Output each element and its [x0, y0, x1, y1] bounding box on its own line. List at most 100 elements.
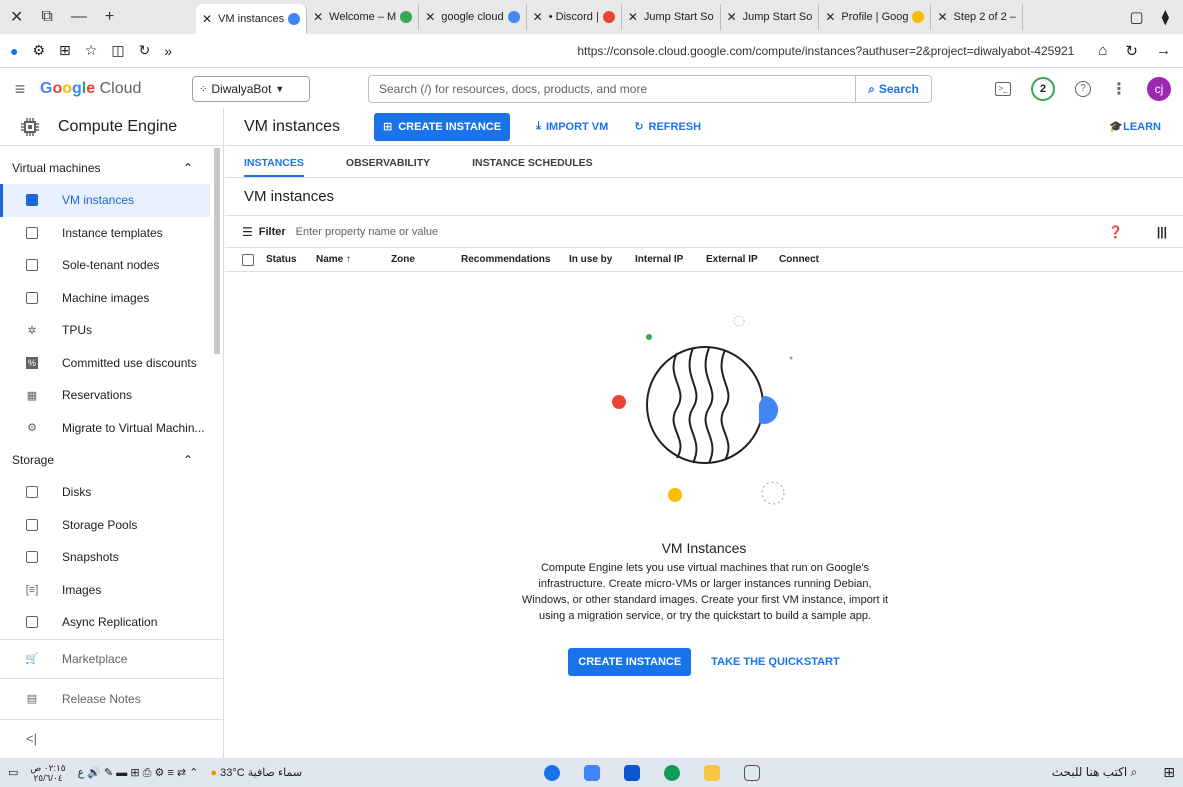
- take-quickstart-button[interactable]: TAKE THE QUICKSTART: [711, 648, 840, 676]
- extension-icon[interactable]: ●: [10, 43, 18, 59]
- create-instance-button[interactable]: ⊞ CREATE INSTANCE: [374, 112, 511, 141]
- collapse-sidebar-icon[interactable]: <|: [26, 731, 37, 746]
- tab-instances[interactable]: INSTANCES: [244, 157, 304, 177]
- workspaces-icon[interactable]: ⧉: [41, 8, 52, 26]
- search-icon: ⌕: [868, 81, 875, 96]
- close-window-icon[interactable]: ✕: [10, 7, 23, 27]
- tab-instance-schedules[interactable]: INSTANCE SCHEDULES: [472, 157, 593, 177]
- sidebar-item-marketplace[interactable]: 🛒 Marketplace: [0, 640, 223, 678]
- cloud-shell-icon[interactable]: >_: [995, 82, 1011, 96]
- file-explorer-icon[interactable]: [704, 764, 721, 781]
- empty-create-instance-button[interactable]: CREATE INSTANCE: [568, 648, 692, 676]
- sidebar-scrollbar[interactable]: [214, 148, 220, 354]
- column-status[interactable]: Status: [266, 254, 316, 265]
- app-icon[interactable]: [544, 764, 561, 781]
- import-vm-button[interactable]: ⤓ IMPORT VM: [536, 120, 608, 133]
- more-options-icon[interactable]: ⋮: [1111, 79, 1127, 99]
- browser-tab[interactable]: ✕ Jump Start So: [622, 4, 721, 30]
- main-header: VM instances ⊞ CREATE INSTANCE ⤓ IMPORT VM…: [225, 108, 1183, 146]
- taskbar-search[interactable]: اكتب هنا للبحث ⌕: [1052, 765, 1138, 780]
- replication-icon: [26, 616, 38, 629]
- column-external-ip[interactable]: External IP: [706, 254, 779, 265]
- sidebar-item-machine-images[interactable]: Machine images: [0, 282, 223, 315]
- section-virtual-machines[interactable]: Virtual machines ⌃: [0, 152, 223, 184]
- sidebar-item-migrate[interactable]: ⚙ Migrate to Virtual Machin...: [0, 412, 223, 445]
- column-recommendations[interactable]: Recommendations: [461, 254, 569, 265]
- migrate-icon: ⚙: [27, 422, 37, 435]
- column-name[interactable]: Name ↑: [316, 254, 391, 265]
- search-icon: ⌕: [1130, 765, 1138, 779]
- search-bar[interactable]: Search (/) for resources, docs, products…: [368, 75, 932, 103]
- browser-tab[interactable]: ✕ google cloud: [419, 4, 527, 30]
- google-cloud-logo[interactable]: Google Cloud: [40, 80, 160, 98]
- column-display-icon[interactable]: |||: [1157, 225, 1167, 239]
- weather-icon: ●: [210, 767, 218, 779]
- sidebar-item-snapshots[interactable]: Snapshots: [0, 541, 223, 574]
- extension-icon[interactable]: ⚙: [32, 42, 45, 59]
- browser-tab[interactable]: ✕ • Discord |: [527, 4, 622, 30]
- arrow-right-icon[interactable]: →: [1156, 42, 1171, 60]
- sidebar-item-committed-use-discounts[interactable]: % Committed use discounts: [0, 347, 223, 380]
- clock[interactable]: ٠٢:١٥ ص ٢٥/٦/٠٤: [30, 763, 65, 783]
- new-tab-icon[interactable]: +: [105, 8, 114, 26]
- system-tray-icons[interactable]: ع 🔊 ✎ ▬ ⊞ ⎙ ⚙ ≡ ⇄ ⌃: [78, 766, 199, 780]
- browser-tab[interactable]: ✕ Step 2 of 2 –: [931, 4, 1023, 30]
- node-icon: [26, 259, 38, 272]
- forward-icon[interactable]: »: [164, 43, 172, 59]
- avatar[interactable]: cj: [1147, 77, 1171, 101]
- search-input[interactable]: Search (/) for resources, docs, products…: [369, 82, 855, 96]
- edge-icon[interactable]: [664, 764, 681, 781]
- favorites-icon[interactable]: ☆: [85, 42, 98, 59]
- browser-tab[interactable]: ✕ Profile | Goog: [819, 4, 932, 30]
- start-icon[interactable]: ⊞: [1163, 764, 1175, 781]
- notification-center-icon[interactable]: ▭: [8, 766, 18, 779]
- section-storage[interactable]: Storage ⌃: [0, 444, 223, 476]
- browser-tab[interactable]: ✕ Welcome – M: [307, 4, 420, 30]
- sidebar-item-reservations[interactable]: ▦ Reservations: [0, 379, 223, 412]
- reload-icon[interactable]: ↻: [1125, 42, 1138, 60]
- sidebar-item-tpus[interactable]: ✲ TPUs: [0, 314, 223, 347]
- app-icon[interactable]: [584, 764, 601, 781]
- extensions-icon[interactable]: ⧫: [1162, 8, 1169, 26]
- sidebar-item-release-notes[interactable]: ▤ Release Notes: [0, 679, 223, 719]
- notifications-badge[interactable]: 2: [1031, 77, 1055, 101]
- sort-ascending-icon: ↑: [346, 254, 352, 265]
- home-icon[interactable]: ⌂: [1098, 42, 1107, 60]
- column-in-use-by[interactable]: In use by: [569, 254, 635, 265]
- task-view-icon[interactable]: [744, 764, 761, 781]
- split-screen-icon[interactable]: ◫: [111, 42, 124, 59]
- sidebar-item-async-replication[interactable]: Async Replication: [0, 606, 223, 639]
- browser-tab[interactable]: ✕ Jump Start So: [721, 4, 820, 30]
- learn-button[interactable]: 🎓LEARN: [1109, 120, 1161, 133]
- select-all-checkbox[interactable]: [242, 253, 254, 266]
- browser-tab[interactable]: ✕ VM instances: [196, 4, 308, 34]
- project-selector[interactable]: ⁘ DiwalyaBot ▼: [192, 76, 310, 102]
- pinned-apps: [544, 764, 761, 781]
- minimize-icon[interactable]: —: [71, 8, 87, 26]
- refresh-icon: ↻: [634, 121, 644, 133]
- sidebar-item-vm-instances[interactable]: VM instances: [0, 184, 210, 217]
- sidebar-item-instance-templates[interactable]: Instance templates: [0, 217, 223, 250]
- tab-actions-icon[interactable]: ⊞: [59, 42, 71, 59]
- project-name: DiwalyaBot: [211, 82, 272, 96]
- search-button[interactable]: ⌕ Search: [855, 76, 931, 102]
- sidebar-item-sole-tenant-nodes[interactable]: Sole-tenant nodes: [0, 249, 223, 282]
- sidebar-item-disks[interactable]: Disks: [0, 476, 223, 509]
- sidebar-item-storage-pools[interactable]: Storage Pools: [0, 509, 223, 542]
- help-icon[interactable]: ❓: [1108, 225, 1123, 239]
- url-field[interactable]: https://console.cloud.google.com/compute…: [577, 44, 1074, 58]
- tpu-icon: ✲: [27, 324, 37, 337]
- filter-input[interactable]: Enter property name or value: [296, 226, 438, 238]
- mail-icon[interactable]: [624, 764, 641, 781]
- refresh-icon[interactable]: ↻: [139, 42, 151, 59]
- help-icon[interactable]: ?: [1075, 81, 1091, 97]
- menu-icon[interactable]: ≡: [0, 79, 40, 100]
- column-zone[interactable]: Zone: [391, 254, 461, 265]
- refresh-button[interactable]: ↻ REFRESH: [634, 120, 701, 134]
- restore-icon[interactable]: ▢: [1129, 8, 1143, 26]
- sidebar-item-images[interactable]: [≡] Images: [0, 574, 223, 607]
- tab-observability[interactable]: OBSERVABILITY: [346, 157, 430, 177]
- column-connect[interactable]: Connect: [779, 254, 819, 265]
- weather-widget[interactable]: ● 33°C سماء صافية: [210, 766, 302, 779]
- column-internal-ip[interactable]: Internal IP: [635, 254, 706, 265]
